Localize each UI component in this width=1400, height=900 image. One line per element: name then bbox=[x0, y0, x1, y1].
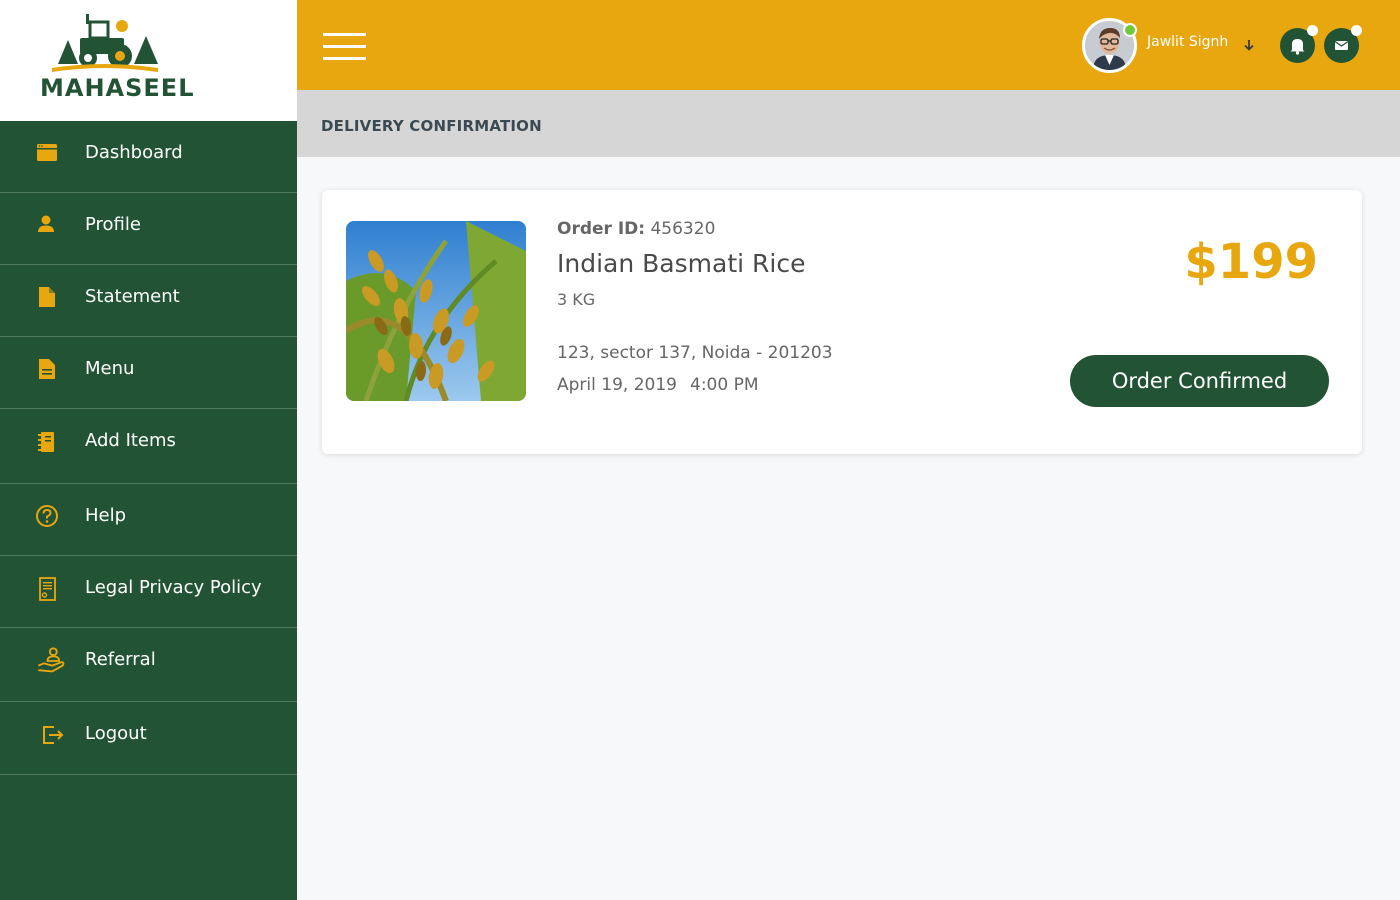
sidebar-item-legal-privacy-policy[interactable]: Legal Privacy Policy bbox=[0, 556, 297, 628]
document-icon bbox=[39, 359, 55, 379]
sidebar-nav: Dashboard Profile Statement Menu Add Ite… bbox=[0, 121, 297, 775]
page-header-bar: DELIVERY CONFIRMATION bbox=[297, 90, 1400, 157]
sidebar-item-logout[interactable]: Logout bbox=[0, 702, 297, 775]
notifications-button[interactable] bbox=[1280, 25, 1318, 63]
product-quantity: 3 KG bbox=[557, 290, 596, 309]
sidebar-item-label: Legal Privacy Policy bbox=[85, 577, 262, 598]
sidebar-item-label: Menu bbox=[85, 358, 135, 379]
sidebar-item-label: Help bbox=[85, 505, 127, 526]
sidebar-item-label: Dashboard bbox=[85, 142, 183, 163]
rice-plant-icon bbox=[346, 221, 526, 401]
delivery-date: April 19, 2019 bbox=[557, 375, 677, 395]
product-image bbox=[346, 221, 526, 401]
sidebar-item-label: Referral bbox=[85, 649, 156, 670]
order-id-label: Order ID: bbox=[557, 219, 646, 239]
help-icon bbox=[36, 505, 58, 527]
sidebar-item-label: Logout bbox=[85, 723, 147, 744]
user-name[interactable]: Jawlit Signh bbox=[1147, 34, 1228, 50]
arrow-down-icon[interactable] bbox=[1242, 37, 1256, 53]
notification-badge bbox=[1307, 25, 1318, 36]
brand-name: MAHASEEL bbox=[40, 74, 195, 102]
messages-button[interactable] bbox=[1324, 25, 1362, 63]
delivery-address: 123, sector 137, Noida - 201203 bbox=[557, 343, 833, 363]
tractor-logo-icon bbox=[52, 14, 158, 72]
order-id-value: 456320 bbox=[650, 219, 716, 239]
hand-user-icon bbox=[37, 647, 65, 673]
certificate-icon bbox=[39, 577, 56, 601]
page-title: DELIVERY CONFIRMATION bbox=[321, 117, 542, 135]
order-card: Order ID: 456320 Indian Basmati Rice 3 K… bbox=[322, 190, 1362, 454]
file-icon bbox=[39, 287, 55, 307]
dashboard-icon bbox=[37, 144, 57, 161]
sidebar-item-dashboard[interactable]: Dashboard bbox=[0, 121, 297, 193]
sidebar-item-statement[interactable]: Statement bbox=[0, 265, 297, 337]
top-header: Jawlit Signh bbox=[297, 0, 1400, 90]
order-confirmed-button[interactable]: Order Confirmed bbox=[1070, 355, 1329, 407]
notebook-icon bbox=[38, 432, 54, 452]
sidebar: MAHASEEL Dashboard Profile Statement Men… bbox=[0, 0, 297, 900]
sidebar-item-add-items[interactable]: Add Items bbox=[0, 409, 297, 484]
logo[interactable]: MAHASEEL bbox=[0, 0, 297, 121]
sidebar-item-label: Add Items bbox=[85, 430, 176, 451]
online-status-dot bbox=[1123, 23, 1137, 37]
sidebar-item-profile[interactable]: Profile bbox=[0, 193, 297, 265]
sidebar-item-referral[interactable]: Referral bbox=[0, 628, 297, 702]
order-price: $199 bbox=[1184, 234, 1318, 290]
delivery-time: 4:00 PM bbox=[690, 375, 759, 395]
user-icon bbox=[38, 215, 54, 232]
sidebar-item-label: Profile bbox=[85, 214, 141, 235]
sidebar-item-help[interactable]: Help bbox=[0, 484, 297, 556]
message-badge bbox=[1351, 25, 1362, 36]
order-id: Order ID: 456320 bbox=[557, 219, 715, 239]
product-name: Indian Basmati Rice bbox=[557, 249, 806, 278]
logout-icon bbox=[43, 726, 64, 744]
menu-icon[interactable] bbox=[323, 33, 366, 61]
sidebar-item-label: Statement bbox=[85, 286, 180, 307]
sidebar-item-menu[interactable]: Menu bbox=[0, 337, 297, 409]
